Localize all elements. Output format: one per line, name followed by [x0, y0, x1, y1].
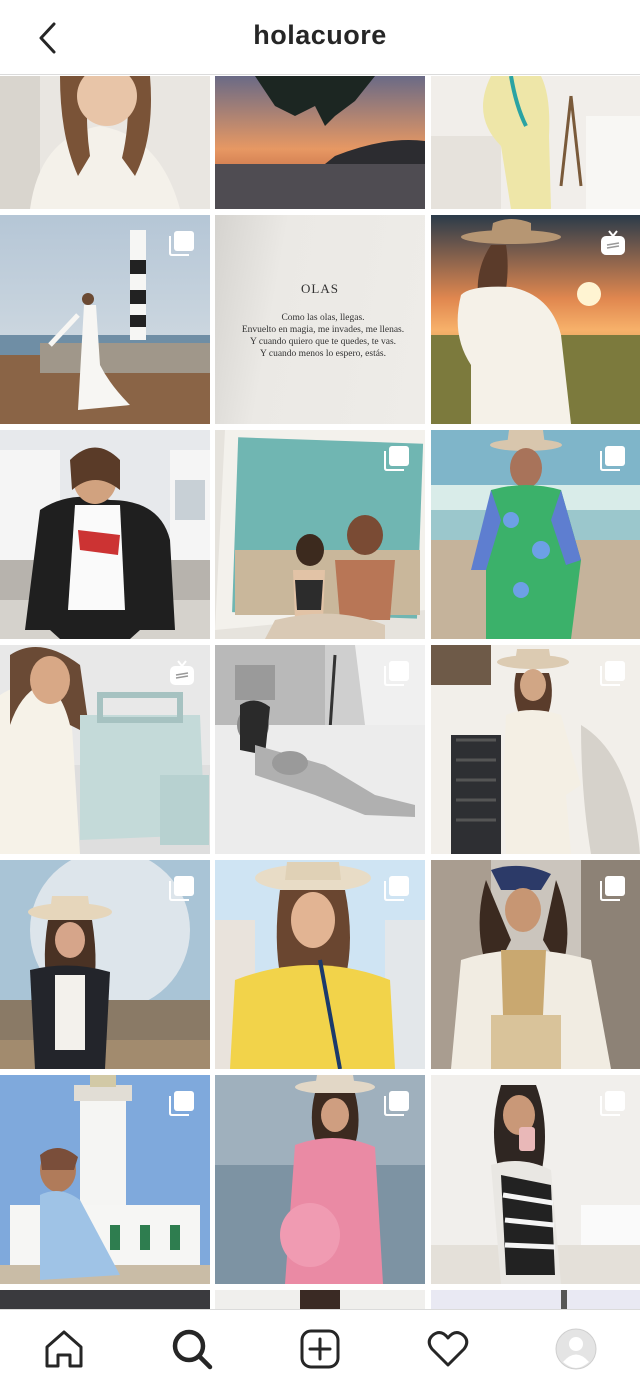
post-tile[interactable] — [215, 860, 425, 1069]
post-tile[interactable] — [215, 76, 425, 209]
post-tile[interactable] — [431, 76, 640, 209]
nav-search[interactable] — [170, 1327, 214, 1371]
book-page-photo: OLAS Como las olas, llegas. Envuelto en … — [215, 215, 425, 424]
multiple-posts-icon — [599, 874, 627, 902]
post-tile[interactable] — [431, 215, 640, 424]
post-tile[interactable] — [215, 1290, 425, 1309]
multiple-posts-icon — [383, 1089, 411, 1117]
post-tile[interactable] — [0, 430, 210, 639]
post-tile[interactable] — [0, 215, 210, 424]
poem-title: OLAS — [301, 281, 339, 296]
nav-new-post[interactable] — [298, 1327, 342, 1371]
post-tile[interactable] — [215, 1075, 425, 1284]
post-tile[interactable] — [431, 645, 640, 854]
post-tile[interactable] — [215, 645, 425, 854]
post-tile[interactable] — [0, 645, 210, 854]
post-tile[interactable] — [0, 860, 210, 1069]
multiple-posts-icon — [168, 1089, 196, 1117]
multiple-posts-icon — [383, 444, 411, 472]
post-tile[interactable] — [431, 860, 640, 1069]
nav-activity[interactable] — [426, 1327, 470, 1371]
post-tile[interactable] — [0, 1290, 210, 1309]
post-tile[interactable] — [431, 1290, 640, 1309]
poem-line: Y cuando quiero que te quedes, te vas. — [249, 337, 397, 347]
multiple-posts-icon — [168, 229, 196, 257]
multiple-posts-icon — [599, 444, 627, 472]
post-tile[interactable]: OLAS Como las olas, llegas. Envuelto en … — [215, 215, 425, 424]
multiple-posts-icon — [599, 1089, 627, 1117]
search-icon — [172, 1329, 213, 1370]
post-tile[interactable] — [431, 1075, 640, 1284]
post-tile[interactable] — [431, 430, 640, 639]
new-post-icon — [300, 1329, 340, 1369]
multiple-posts-icon — [168, 874, 196, 902]
multiple-posts-icon — [599, 659, 627, 687]
post-tile[interactable] — [0, 76, 210, 209]
nav-profile[interactable] — [554, 1327, 598, 1371]
activity-heart-icon — [427, 1331, 469, 1367]
igtv-icon — [599, 229, 627, 257]
poem-line: Envuelto en magia, me invades, me llenas… — [241, 325, 405, 335]
post-tile[interactable] — [215, 430, 425, 639]
poem-line: Y cuando menos lo espero, estás. — [259, 349, 387, 359]
bottom-navigation — [0, 1309, 640, 1386]
top-bar: holacuore — [0, 0, 640, 75]
multiple-posts-icon — [383, 874, 411, 902]
profile-post-grid: OLAS Como las olas, llegas. Envuelto en … — [0, 76, 640, 1309]
profile-avatar — [555, 1328, 597, 1370]
post-tile[interactable] — [0, 1075, 210, 1284]
multiple-posts-icon — [383, 659, 411, 687]
profile-username: holacuore — [253, 20, 387, 50]
poem-line: Como las olas, llegas. — [281, 313, 365, 323]
home-icon — [45, 1330, 83, 1368]
igtv-icon — [168, 659, 196, 687]
nav-home[interactable] — [42, 1327, 86, 1371]
